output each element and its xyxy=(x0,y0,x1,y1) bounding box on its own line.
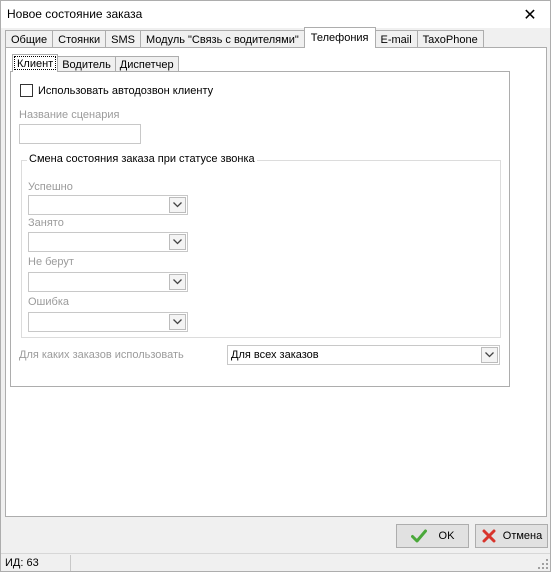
chevron-down-icon[interactable] xyxy=(169,314,186,330)
cancel-button-label: Отмена xyxy=(502,530,543,542)
call-status-group-title: Смена состояния заказа при статусе звонк… xyxy=(27,153,257,165)
status-error-label: Ошибка xyxy=(28,296,69,308)
orders-label: Для каких заказов использовать xyxy=(19,349,184,361)
chevron-down-icon[interactable] xyxy=(169,234,186,250)
dialog-window: Новое состояние заказа ✕ Общие Стоянки S… xyxy=(0,0,551,572)
cancel-button[interactable]: Отмена xyxy=(475,524,548,548)
window-title: Новое состояние заказа xyxy=(7,7,143,21)
subtab-client[interactable]: Клиент xyxy=(12,54,59,72)
status-noanswer-select[interactable] xyxy=(28,272,188,292)
chevron-down-icon[interactable] xyxy=(169,197,186,213)
sub-tab-strip: Клиент Водитель Диспетчер xyxy=(12,54,179,72)
chevron-down-icon[interactable] xyxy=(481,347,498,363)
status-success-label: Успешно xyxy=(28,181,73,193)
tab-sms[interactable]: SMS xyxy=(105,30,141,48)
title-bar: Новое состояние заказа ✕ xyxy=(1,1,550,28)
status-divider xyxy=(70,555,71,571)
close-icon: ✕ xyxy=(523,6,537,24)
client-panel: Использовать автодозвон клиенту Название… xyxy=(10,71,510,387)
autodial-row[interactable]: Использовать автодозвон клиенту xyxy=(20,84,213,97)
ok-button[interactable]: OK xyxy=(396,524,469,548)
status-busy-select[interactable] xyxy=(28,232,188,252)
tab-taxophone[interactable]: TaxoPhone xyxy=(416,30,484,48)
main-tab-strip: Общие Стоянки SMS Модуль "Связь с водите… xyxy=(5,27,484,48)
status-bar: ИД: 63 xyxy=(1,553,550,571)
call-status-group: Смена состояния заказа при статусе звонк… xyxy=(21,153,501,338)
tab-telephony[interactable]: Телефония xyxy=(303,27,376,48)
tab-driver-link-module[interactable]: Модуль "Связь с водителями" xyxy=(139,30,305,48)
ok-button-label: OK xyxy=(438,530,455,542)
close-button[interactable]: ✕ xyxy=(510,1,550,28)
resize-grip-icon[interactable] xyxy=(538,559,548,569)
scenario-input[interactable] xyxy=(19,124,141,144)
tab-parkings[interactable]: Стоянки xyxy=(52,30,107,48)
tab-general[interactable]: Общие xyxy=(5,30,54,48)
orders-select[interactable]: Для всех заказов xyxy=(227,345,500,365)
telephony-panel: Клиент Водитель Диспетчер Использовать а… xyxy=(5,47,547,517)
autodial-label: Использовать автодозвон клиенту xyxy=(38,84,214,97)
chevron-down-icon[interactable] xyxy=(169,274,186,290)
subtab-driver[interactable]: Водитель xyxy=(57,56,116,72)
subtab-dispatcher[interactable]: Диспетчер xyxy=(114,56,179,72)
scenario-label: Название сценария xyxy=(19,109,120,121)
status-error-select[interactable] xyxy=(28,312,188,332)
status-noanswer-label: Не берут xyxy=(28,256,74,268)
record-id: ИД: 63 xyxy=(5,557,39,569)
checkmark-icon xyxy=(410,529,427,543)
cross-icon xyxy=(482,529,496,543)
status-success-select[interactable] xyxy=(28,195,188,215)
status-busy-label: Занято xyxy=(28,217,64,229)
autodial-checkbox[interactable] xyxy=(20,84,33,97)
tab-email[interactable]: E-mail xyxy=(374,30,418,48)
